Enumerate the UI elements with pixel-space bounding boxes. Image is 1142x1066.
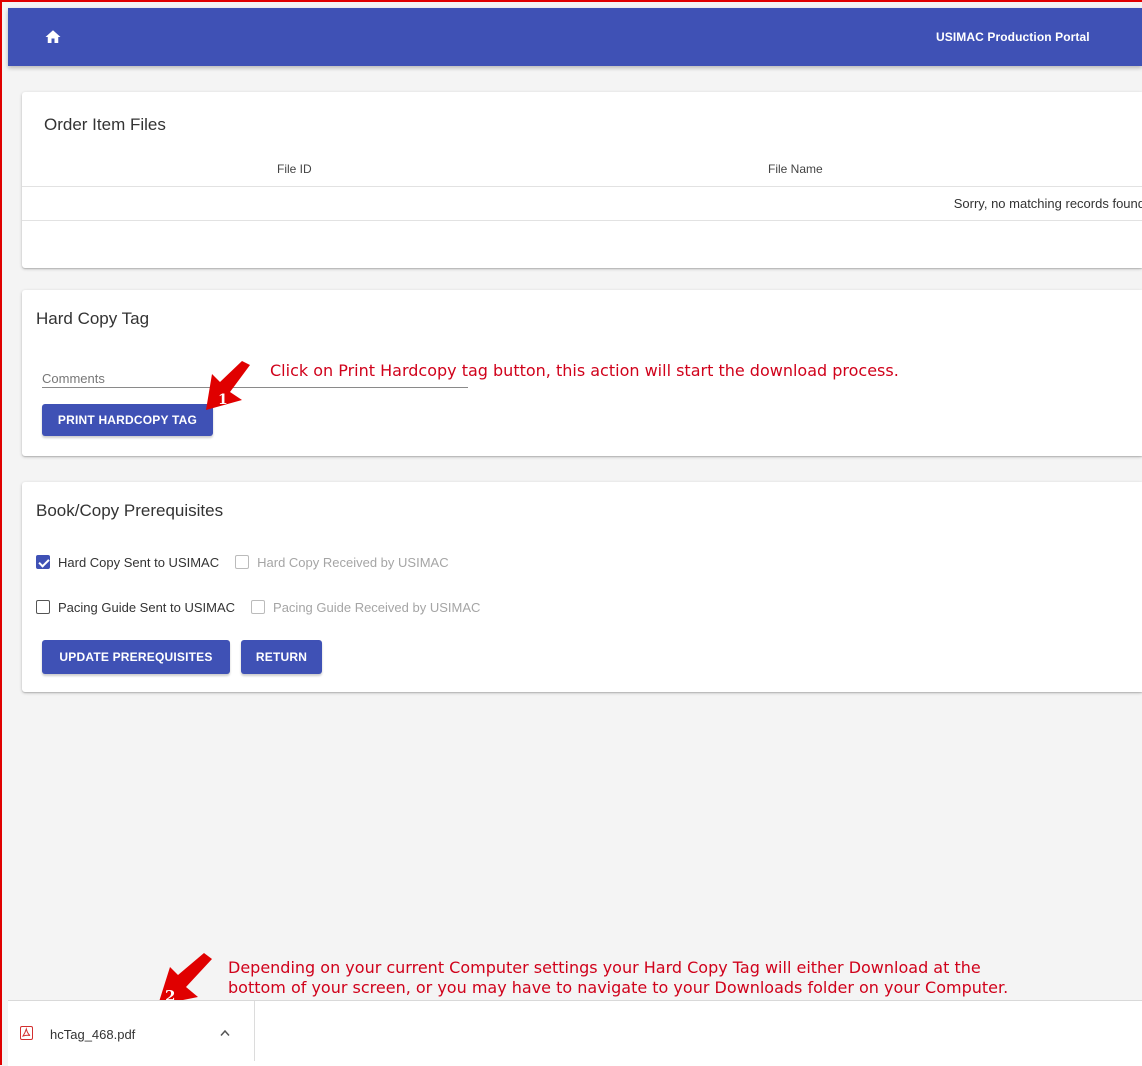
- prerequisites-title: Book/Copy Prerequisites: [36, 501, 224, 520]
- table-footer-divider: [22, 220, 1142, 221]
- pdf-file-icon: [20, 1026, 33, 1040]
- table-header-divider: [22, 186, 1142, 187]
- update-prerequisites-button[interactable]: UPDATE PREREQUISITES: [42, 640, 230, 674]
- pacing-guide-received-checkbox: [251, 600, 266, 614]
- checkbox-row-pacing-guide: Pacing Guide Sent to USIMAC Pacing Guide…: [36, 598, 480, 616]
- hard-copy-sent-checkbox[interactable]: [36, 555, 50, 569]
- prerequisites-card: Book/Copy Prerequisites Hard Copy Sent t…: [22, 482, 1142, 692]
- print-hardcopy-tag-button[interactable]: PRINT HARDCOPY TAG: [42, 404, 213, 436]
- browser-download-bar: hcTag_468.pdf: [8, 1000, 1142, 1066]
- checkbox-row-hard-copy: Hard Copy Sent to USIMAC Hard Copy Recei…: [36, 553, 449, 571]
- order-item-files-title: Order Item Files: [44, 115, 166, 134]
- annotation-text-1: Click on Print Hardcopy tag button, this…: [270, 361, 899, 380]
- annotation-step-number-1: 1: [218, 392, 228, 408]
- order-item-files-card: Order Item Files File ID File Name Sorry…: [22, 92, 1142, 268]
- column-header-file-id[interactable]: File ID: [277, 162, 312, 176]
- pacing-guide-sent-checkbox[interactable]: [36, 600, 50, 614]
- column-header-file-name[interactable]: File Name: [768, 162, 823, 176]
- empty-table-message: Sorry, no matching records found: [953, 196, 1142, 211]
- return-button[interactable]: RETURN: [241, 640, 322, 674]
- annotation-arrow-1: 1: [206, 361, 250, 410]
- download-file-name[interactable]: hcTag_468.pdf: [50, 1027, 135, 1042]
- annotation-text-2-line-1: Depending on your current Computer setti…: [228, 958, 981, 977]
- pacing-guide-received-label: Pacing Guide Received by USIMAC: [273, 599, 481, 615]
- hard-copy-received-checkbox: [235, 555, 250, 569]
- hard-copy-received-label: Hard Copy Received by USIMAC: [257, 554, 449, 570]
- annotation-text-2-line-2: bottom of your screen, or you may have t…: [228, 978, 1009, 997]
- download-item[interactable]: hcTag_468.pdf: [8, 1001, 255, 1061]
- home-icon[interactable]: [44, 28, 62, 46]
- app-title: USIMAC Production Portal: [936, 30, 1090, 44]
- hard-copy-sent-label[interactable]: Hard Copy Sent to USIMAC: [58, 555, 219, 570]
- top-app-bar: USIMAC Production Portal: [8, 8, 1142, 66]
- pacing-guide-sent-label[interactable]: Pacing Guide Sent to USIMAC: [58, 600, 235, 615]
- hard-copy-tag-title: Hard Copy Tag: [36, 309, 150, 328]
- chevron-up-icon[interactable]: [220, 1029, 230, 1037]
